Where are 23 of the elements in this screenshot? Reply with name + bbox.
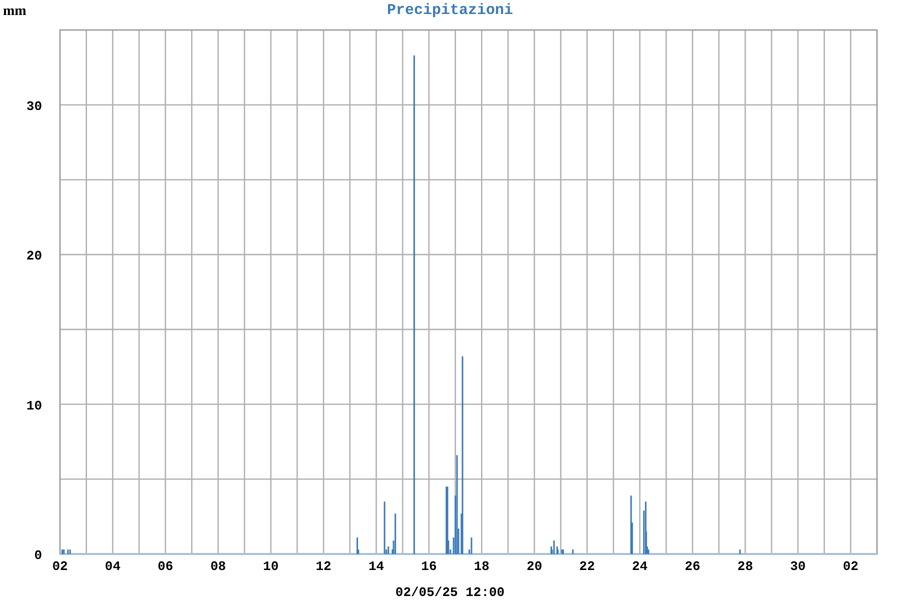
x-tick-label: 10 [263,559,279,574]
y-axis-label: mm [3,4,26,19]
x-tick-label: 26 [684,559,700,574]
x-tick-label: 04 [104,559,121,574]
x-tick-label: 28 [737,559,754,574]
y-tick-label: 30 [26,98,42,114]
x-axis-label: 02/05/25 12:00 [395,585,505,600]
x-tick-label: 24 [632,559,648,574]
x-tick-label: 16 [421,559,437,574]
x-tick-label: 22 [579,559,595,574]
y-tick-label: 10 [26,398,42,414]
x-tick-label: 06 [158,559,174,574]
x-tick-label: 02 [52,559,68,574]
x-tick-label: 30 [790,559,806,574]
x-tick-label: 20 [526,559,542,574]
y-tick-label: 20 [26,248,42,264]
y-tick-label: 0 [34,548,42,563]
x-tick-label: 12 [316,559,332,574]
chart-title: Precipitazioni [386,2,514,19]
x-tick-label: 08 [210,559,226,574]
x-tick-label: 14 [368,559,384,574]
x-tick-label: 02 [842,559,858,574]
x-tick-label: 18 [474,559,490,574]
